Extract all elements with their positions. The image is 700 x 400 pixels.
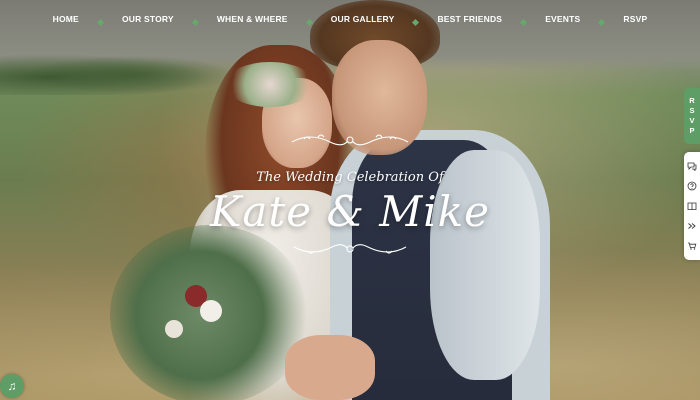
rsvp-side-tab[interactable]: R S V P (684, 88, 700, 144)
nav-when-where[interactable]: WHEN & WHERE (215, 14, 290, 24)
nav-separator-dot (412, 18, 420, 26)
nav-rsvp[interactable]: RSVP (621, 14, 649, 24)
nav-label: BEST FRIENDS (437, 14, 503, 24)
nav-our-story[interactable]: OUR STORY (120, 14, 176, 24)
treeline (0, 50, 240, 95)
bouquet-flower (200, 300, 222, 322)
chat-icon[interactable] (686, 160, 698, 172)
nav-separator-dot (598, 18, 606, 26)
nav-best-friends[interactable]: BEST FRIENDS (435, 14, 504, 24)
bouquet-flower (165, 320, 183, 338)
nav-label: RSVP (623, 14, 648, 24)
nav-label: EVENTS (545, 14, 581, 24)
top-ornament-icon (291, 134, 409, 146)
music-note-icon: ♫ (7, 379, 17, 393)
couple-names: Kate & Mike (210, 187, 490, 236)
side-toolbar (684, 152, 700, 260)
hands (285, 335, 375, 400)
music-toggle-button[interactable]: ♫ (0, 374, 24, 398)
forward-icon[interactable] (686, 220, 698, 232)
book-icon[interactable] (686, 200, 698, 212)
help-icon[interactable] (686, 180, 698, 192)
hero-title-block: The Wedding Celebration Of Kate & Mike (0, 130, 700, 259)
nav-separator-dot (96, 18, 104, 26)
rsvp-letter: R (689, 96, 695, 105)
nav-label: OUR STORY (121, 14, 174, 24)
nav-separator-dot (191, 18, 199, 26)
wedding-subtitle: The Wedding Celebration Of (256, 170, 444, 185)
nav-our-gallery[interactable]: OUR GALLERY (329, 14, 397, 24)
rsvp-letter: P (689, 126, 695, 135)
nav-separator-dot (305, 18, 313, 26)
flower-crown (225, 62, 315, 107)
nav-home[interactable]: HOME (51, 14, 81, 24)
main-navigation: HOME OUR STORY WHEN & WHERE OUR GALLERY … (0, 0, 700, 38)
rsvp-letter: S (689, 106, 695, 115)
nav-label: HOME (52, 14, 79, 24)
nav-label: WHEN & WHERE (216, 14, 288, 24)
nav-events[interactable]: EVENTS (543, 14, 582, 24)
bottom-ornament-icon (293, 244, 407, 254)
nav-separator-dot (520, 18, 528, 26)
cart-icon[interactable] (686, 240, 698, 252)
rsvp-letter: V (689, 116, 695, 125)
nav-label: OUR GALLERY (330, 14, 395, 24)
